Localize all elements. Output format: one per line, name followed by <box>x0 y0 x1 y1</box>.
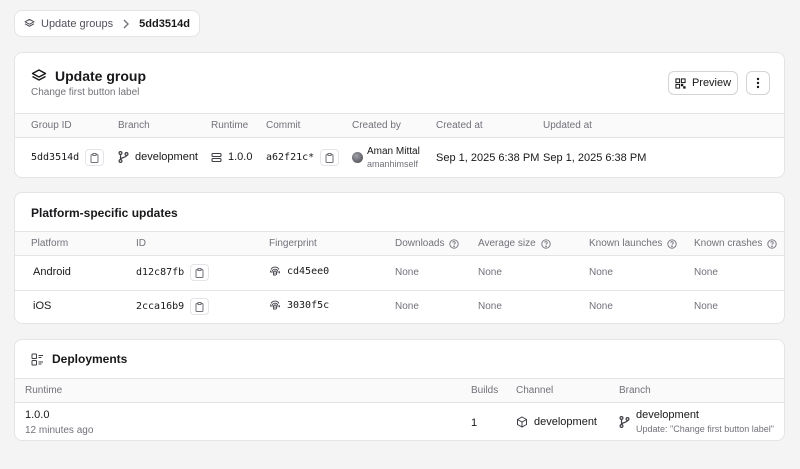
section-title: Platform-specific updates <box>31 206 178 220</box>
col-known-launches-label: Known launches <box>589 238 663 249</box>
col-known-crashes-label: Known crashes <box>694 238 763 249</box>
runtime-value: 1.0.0 <box>228 151 253 163</box>
updated-at-value: Sep 1, 2025 6:38 PM <box>543 152 647 164</box>
col-created-by: Created by <box>352 120 401 131</box>
breadcrumb-current: 5dd3514d <box>139 17 190 30</box>
col-group-id: Group ID <box>31 120 72 131</box>
deployments-table-header: Runtime Builds Channel Branch <box>15 378 784 403</box>
col-branch: Branch <box>118 120 150 131</box>
update-group-card: Update group Change first button label P… <box>14 52 785 178</box>
deployment-runtime: 1.0.0 <box>25 409 50 421</box>
preview-button-label: Preview <box>691 77 732 89</box>
preview-button[interactable]: Preview <box>668 71 738 95</box>
col-downloads: Downloads <box>395 238 460 249</box>
col-runtime: Runtime <box>25 385 63 396</box>
row-divider <box>15 290 784 291</box>
fingerprint-value[interactable]: cd45ee0 <box>287 266 329 277</box>
copy-update-id-button[interactable] <box>190 264 210 281</box>
clipboard-icon <box>195 301 204 312</box>
col-downloads-label: Downloads <box>395 238 445 249</box>
col-builds: Builds <box>471 385 499 396</box>
help-circle-icon[interactable] <box>449 238 460 249</box>
platform-name: Android <box>33 266 71 278</box>
col-known-crashes: Known crashes <box>694 238 778 249</box>
section-title: Deployments <box>52 352 128 366</box>
git-branch-icon <box>619 416 630 428</box>
deployments-icon <box>31 353 44 366</box>
fingerprint-icon <box>269 299 281 311</box>
fingerprint-icon <box>269 265 281 277</box>
qr-code-icon <box>675 77 686 89</box>
known-launches-value: None <box>589 301 613 312</box>
copy-group-id-button[interactable] <box>85 149 105 166</box>
col-id: ID <box>136 238 146 249</box>
more-vertical-icon <box>756 77 760 89</box>
col-branch: Branch <box>619 385 651 396</box>
branch-value: development <box>135 151 198 163</box>
deployments-card: Deployments Runtime Builds Channel Branc… <box>14 339 785 441</box>
copy-update-id-button[interactable] <box>190 298 210 315</box>
col-fingerprint: Fingerprint <box>269 238 317 249</box>
runtime-stack-icon <box>211 152 222 163</box>
update-id: d12c87fb <box>136 267 185 278</box>
known-crashes-value: None <box>694 301 718 312</box>
platform-name: iOS <box>33 300 52 312</box>
copy-commit-button[interactable] <box>320 149 340 166</box>
layers-icon <box>31 68 47 84</box>
fingerprint-value[interactable]: 3030f5c <box>287 300 329 311</box>
update-id: 2cca16b9 <box>136 301 185 312</box>
breadcrumb: Update groups 5dd3514d <box>14 10 200 37</box>
col-commit: Commit <box>266 120 301 131</box>
help-circle-icon[interactable] <box>540 238 551 249</box>
avatar <box>352 152 363 163</box>
chevron-right-icon <box>122 19 130 29</box>
deployment-age: 12 minutes ago <box>25 425 94 436</box>
clipboard-icon <box>325 152 334 163</box>
deployment-channel[interactable]: development <box>534 416 597 428</box>
clipboard-icon <box>90 152 99 163</box>
git-branch-icon <box>118 151 129 163</box>
clipboard-icon <box>195 267 204 278</box>
deployment-branch[interactable]: development <box>636 409 774 421</box>
more-options-button[interactable] <box>746 71 770 95</box>
created-by-username: amanhimself <box>367 159 419 169</box>
deployment-update-note: Update: "Change first button label" <box>636 424 774 434</box>
col-updated-at: Updated at <box>543 120 592 131</box>
created-at-value: Sep 1, 2025 6:38 PM <box>436 152 540 164</box>
page-subtitle: Change first button label <box>31 87 140 98</box>
created-by-name[interactable]: Aman Mittal <box>367 146 420 157</box>
average-size-value: None <box>478 301 502 312</box>
platform-updates-card: Platform-specific updates Platform ID Fi… <box>14 192 785 324</box>
layers-icon <box>24 18 35 29</box>
average-size-value: None <box>478 267 502 278</box>
col-platform: Platform <box>31 238 69 249</box>
downloads-value: None <box>395 267 419 278</box>
channel-cube-icon <box>516 416 528 428</box>
col-created-at: Created at <box>436 120 483 131</box>
update-group-table-header: Group ID Branch Runtime Commit Created b… <box>15 113 784 138</box>
known-launches-value: None <box>589 267 613 278</box>
deployment-builds: 1 <box>471 417 478 429</box>
col-channel: Channel <box>516 385 554 396</box>
group-id-value: 5dd3514d <box>31 152 80 163</box>
update-group-header: Update group Change first button label P… <box>15 53 784 113</box>
help-circle-icon[interactable] <box>767 238 778 249</box>
col-runtime: Runtime <box>211 120 249 131</box>
known-crashes-value: None <box>694 267 718 278</box>
page-title: Update group <box>55 68 146 84</box>
downloads-value: None <box>395 301 419 312</box>
breadcrumb-update-groups-link[interactable]: Update groups <box>41 18 113 30</box>
commit-value: a62f21c* <box>266 152 315 163</box>
col-average-size: Average size <box>478 238 551 249</box>
help-circle-icon[interactable] <box>667 238 678 249</box>
col-known-launches: Known launches <box>589 238 678 249</box>
platform-table-header: Platform ID Fingerprint Downloads Averag… <box>15 231 784 256</box>
col-average-size-label: Average size <box>478 238 536 249</box>
